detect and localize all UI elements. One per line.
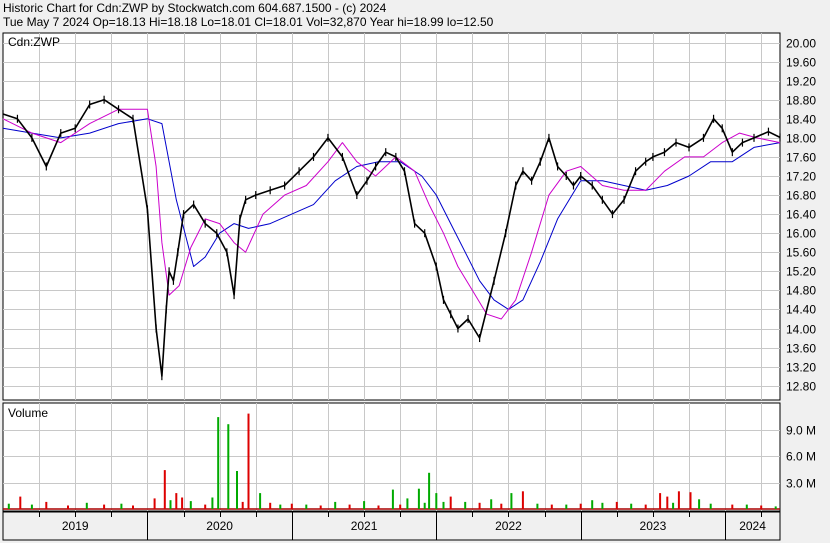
volume-bar — [319, 505, 322, 509]
volume-bar — [45, 501, 48, 509]
volume-bar — [175, 493, 178, 509]
volume-tick-label: 9.0 M — [786, 424, 816, 438]
price-panel-title: Cdn:ZWP — [8, 35, 60, 49]
volume-bar — [247, 413, 250, 509]
volume-bar — [30, 504, 33, 509]
volume-bar — [490, 499, 493, 509]
price-tick-label: 18.00 — [786, 132, 816, 146]
volume-bar — [204, 504, 207, 509]
volume-bar — [760, 505, 763, 509]
volume-bar — [417, 488, 420, 509]
price-tick-label: 19.60 — [786, 56, 816, 70]
volume-bar — [550, 504, 553, 509]
year-label-2019: 2019 — [62, 519, 89, 533]
price-tick-label: 17.20 — [786, 170, 816, 184]
volume-bar — [377, 505, 380, 509]
price-tick-label: 20.00 — [786, 37, 816, 51]
stock-chart: 20.00 19.60 19.20 18.80 18.40 18.00 17.60 17.20… — [2, 32, 816, 541]
volume-bar — [181, 497, 184, 509]
volume-bar — [666, 496, 669, 509]
volume-bar — [391, 489, 394, 509]
volume-tick-label: 6.0 M — [786, 450, 816, 464]
price-tick-label: 12.80 — [786, 380, 816, 394]
volume-panel-title: Volume — [8, 406, 48, 420]
volume-bar — [120, 503, 123, 509]
price-tick-label: 16.40 — [786, 208, 816, 222]
price-tick-label: 13.20 — [786, 361, 816, 375]
volume-bar — [259, 493, 262, 509]
price-tick-label: 16.80 — [786, 189, 816, 203]
volume-bar — [348, 504, 351, 509]
volume-bar — [334, 501, 337, 509]
price-tick-label: 18.40 — [786, 113, 816, 127]
volume-bar — [478, 502, 481, 509]
volume-bar — [521, 491, 524, 509]
volume-bar — [731, 504, 734, 509]
year-label-2023: 2023 — [640, 519, 667, 533]
price-tick-label: 15.20 — [786, 265, 816, 279]
volume-bar — [442, 501, 445, 509]
volume-bar — [217, 417, 220, 509]
volume-bar — [305, 504, 308, 509]
year-label-2021: 2021 — [351, 519, 378, 533]
volume-bar — [19, 496, 22, 509]
price-panel — [2, 32, 781, 401]
year-label-2024: 2024 — [739, 519, 766, 533]
price-tick-label: 19.20 — [786, 75, 816, 89]
volume-bar — [536, 503, 539, 509]
volume-bar — [241, 501, 244, 509]
volume-bar — [709, 503, 712, 509]
price-tick-label: 14.80 — [786, 284, 816, 298]
volume-bar — [153, 498, 156, 509]
volume-bar — [406, 498, 409, 509]
volume-bar — [689, 492, 692, 509]
volume-bar — [67, 505, 69, 509]
price-tick-label: 17.60 — [786, 151, 816, 165]
volume-bar — [435, 493, 438, 509]
volume-bar — [399, 504, 402, 509]
volume-bar — [565, 504, 568, 509]
volume-bar — [672, 502, 675, 509]
volume-bar — [500, 503, 503, 509]
volume-bar — [236, 471, 238, 509]
price-tick-label: 18.80 — [786, 94, 816, 108]
volume-bar — [677, 491, 680, 509]
price-tick-label: 13.60 — [786, 342, 816, 356]
volume-bar — [7, 503, 10, 509]
year-label-2020: 2020 — [206, 519, 233, 533]
volume-bar — [363, 501, 366, 509]
volume-bar — [211, 497, 214, 509]
volume-bar — [615, 501, 618, 509]
volume-tick-label: 3.0 M — [786, 477, 816, 491]
price-tick-label: 16.00 — [786, 227, 816, 241]
volume-bar — [659, 493, 662, 509]
volume-bar — [227, 424, 230, 509]
volume-bar — [279, 504, 282, 509]
volume-bar — [601, 502, 604, 509]
volume-bar — [579, 503, 582, 509]
price-tick-label: 15.60 — [786, 246, 816, 260]
volume-bar — [774, 506, 777, 509]
volume-bar — [85, 502, 88, 509]
volume-bar — [269, 502, 272, 509]
volume-bar — [290, 503, 293, 509]
price-tick-label: 14.40 — [786, 303, 816, 317]
price-tick-label: 14.00 — [786, 323, 816, 337]
volume-bar — [644, 504, 647, 509]
volume-bar — [423, 502, 426, 509]
volume-bar — [591, 500, 594, 509]
volume-bar — [132, 505, 134, 509]
volume-bar — [510, 493, 513, 509]
year-label-2022: 2022 — [495, 519, 522, 533]
volume-bar — [698, 499, 701, 509]
volume-bar — [163, 470, 166, 509]
volume-bar — [103, 504, 106, 509]
volume-bar — [169, 500, 172, 509]
volume-bar — [464, 501, 467, 509]
volume-bar — [449, 496, 452, 509]
volume-bar — [630, 503, 633, 509]
volume-bar — [189, 501, 192, 509]
volume-bar — [428, 472, 431, 509]
volume-bar — [745, 504, 748, 509]
